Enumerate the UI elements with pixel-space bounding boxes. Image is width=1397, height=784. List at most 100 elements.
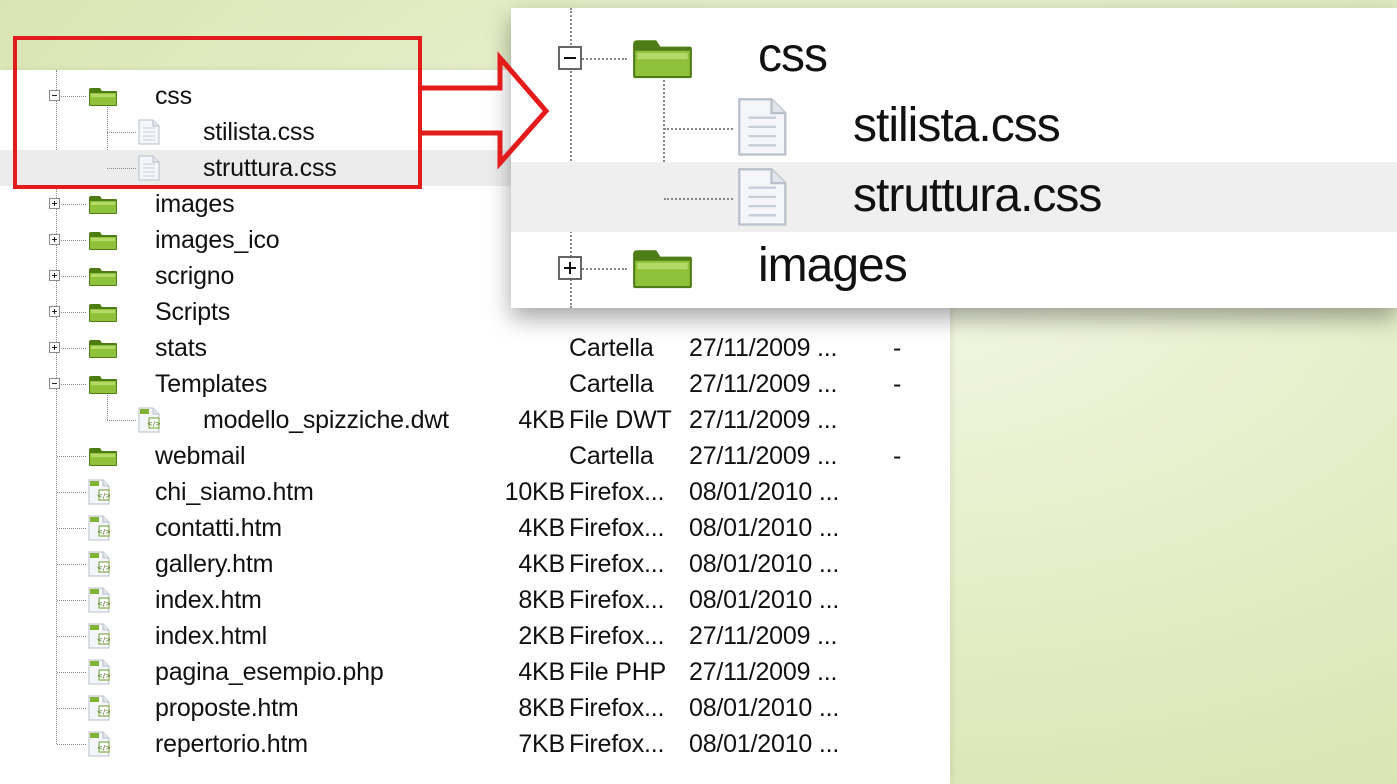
- tree-item-type: File DWT: [569, 406, 672, 434]
- tree-file-row[interactable]: </> index.html 2KB Firefox... 27/11/2009 ..…: [0, 618, 950, 654]
- tree-item-size: 8KB: [518, 694, 565, 722]
- tree-connector: [57, 276, 86, 277]
- zoom-folder-row[interactable]: images: [511, 232, 1397, 302]
- tree-item-type: Firefox...: [569, 514, 665, 542]
- tree-file-row[interactable]: </> proposte.htm 8KB Firefox... 08/01/2010 …: [0, 690, 950, 726]
- tree-item-size: 4KB: [518, 514, 565, 542]
- svg-text:</>: </>: [147, 420, 160, 428]
- tree-connector: [57, 456, 86, 457]
- zoom-item-name: css: [758, 29, 828, 82]
- tree-connector: [57, 384, 86, 385]
- tree-folder-row[interactable]: stats Cartella 27/11/2009 ... -: [0, 330, 950, 366]
- tree-file-row[interactable]: </> chi_siamo.htm 10KB Firefox... 08/01/201…: [0, 474, 950, 510]
- html-file-icon: </>: [88, 695, 111, 721]
- tree-item-name: contatti.htm: [155, 514, 282, 542]
- tree-connector: [57, 312, 86, 313]
- zoom-tree-connector: [664, 128, 733, 130]
- tree-item-size: 7KB: [518, 730, 565, 758]
- svg-text:</>: </>: [97, 744, 110, 752]
- tree-item-type: Cartella: [569, 370, 654, 398]
- folder-icon: [631, 244, 694, 295]
- tree-item-name: modello_spizziche.dwt: [203, 406, 449, 434]
- zoom-expand-toggle[interactable]: [558, 256, 582, 280]
- tree-item-name: webmail: [155, 442, 246, 470]
- html-file-icon: </>: [88, 731, 111, 757]
- tree-connector: [57, 348, 86, 349]
- callout-arrow: [419, 51, 550, 170]
- tree-item-name: repertorio.htm: [155, 730, 308, 758]
- zoom-tree-connector: [664, 198, 733, 200]
- expand-toggle[interactable]: [49, 342, 60, 353]
- tree-item-type: Firefox...: [569, 478, 665, 506]
- tree-item-name: index.htm: [155, 586, 262, 614]
- tree-item-extra: -: [893, 370, 902, 398]
- html-file-icon: </>: [88, 551, 111, 577]
- tree-item-name: gallery.htm: [155, 550, 274, 578]
- tree-item-name: scrigno: [155, 262, 235, 290]
- tree-item-date: 08/01/2010 ...: [689, 478, 840, 506]
- tree-item-size: 4KB: [518, 406, 565, 434]
- tree-item-type: Firefox...: [569, 730, 665, 758]
- tree-connector: [57, 744, 86, 745]
- tree-connector: [57, 240, 86, 241]
- tree-item-name: chi_siamo.htm: [155, 478, 314, 506]
- zoom-file-row[interactable]: struttura.css: [511, 162, 1397, 232]
- tree-item-name: proposte.htm: [155, 694, 299, 722]
- tree-item-date: 27/11/2009 ...: [689, 406, 838, 434]
- tree-item-type: Firefox...: [569, 550, 665, 578]
- tree-item-extra: -: [893, 442, 902, 470]
- expand-toggle[interactable]: [49, 234, 60, 245]
- tree-item-size: 10KB: [504, 478, 566, 506]
- tree-connector: [57, 636, 86, 637]
- html-file-icon: </>: [88, 515, 111, 541]
- tree-file-row[interactable]: </> index.htm 8KB Firefox... 08/01/2010 ...: [0, 582, 950, 618]
- svg-text:</>: </>: [97, 672, 110, 680]
- tree-item-name: pagina_esempio.php: [155, 658, 384, 686]
- tree-folder-row[interactable]: Templates Cartella 27/11/2009 ... -: [0, 366, 950, 402]
- svg-text:</>: </>: [97, 492, 110, 500]
- zoom-folder-row[interactable]: css: [511, 22, 1397, 92]
- folder-icon: [88, 445, 118, 467]
- tree-item-type: Cartella: [569, 442, 654, 470]
- expand-toggle[interactable]: [49, 270, 60, 281]
- tree-connector: [107, 420, 136, 421]
- collapse-toggle[interactable]: [49, 378, 60, 389]
- zoom-collapse-toggle[interactable]: [558, 46, 582, 70]
- tree-connector: [57, 672, 86, 673]
- html-file-icon: </>: [138, 407, 161, 433]
- zoom-file-row[interactable]: stilista.css: [511, 92, 1397, 162]
- html-file-icon: </>: [88, 587, 111, 613]
- folder-icon: [631, 34, 694, 85]
- svg-text:</>: </>: [97, 708, 110, 716]
- tree-item-date: 27/11/2009 ...: [689, 658, 838, 686]
- tree-connector: [57, 564, 86, 565]
- tree-item-size: 2KB: [518, 622, 565, 650]
- tree-item-date: 27/11/2009 ...: [689, 334, 838, 362]
- tree-connector: [57, 204, 86, 205]
- tree-connector: [57, 492, 86, 493]
- zoom-item-name: images: [758, 239, 908, 292]
- folder-icon: [88, 301, 118, 323]
- css-file-icon: [737, 167, 788, 232]
- tree-file-row[interactable]: </> contatti.htm 4KB Firefox... 08/01/2010 …: [0, 510, 950, 546]
- tree-item-name: images_ico: [155, 226, 280, 254]
- tree-item-date: 08/01/2010 ...: [689, 586, 840, 614]
- tree-item-date: 08/01/2010 ...: [689, 694, 840, 722]
- expand-toggle[interactable]: [49, 306, 60, 317]
- tree-file-row[interactable]: </> pagina_esempio.php 4KB File PHP 27/11/2…: [0, 654, 950, 690]
- tree-file-row[interactable]: </> gallery.htm 4KB Firefox... 08/01/2010 .…: [0, 546, 950, 582]
- tree-file-row[interactable]: </> modello_spizziche.dwt 4KB File DWT 27/1…: [0, 402, 950, 438]
- tree-folder-row[interactable]: webmail Cartella 27/11/2009 ... -: [0, 438, 950, 474]
- tree-item-name: index.html: [155, 622, 267, 650]
- tree-item-date: 08/01/2010 ...: [689, 514, 840, 542]
- tree-item-type: File PHP: [569, 658, 667, 686]
- zoom-item-name: stilista.css: [853, 99, 1061, 152]
- tree-item-date: 27/11/2009 ...: [689, 442, 838, 470]
- tree-file-row[interactable]: </> repertorio.htm 7KB Firefox... 08/01/201…: [0, 726, 950, 762]
- tree-connector: [57, 528, 86, 529]
- tree-connector: [57, 600, 86, 601]
- html-file-icon: </>: [88, 479, 111, 505]
- svg-text:</>: </>: [97, 636, 110, 644]
- css-file-icon: [737, 97, 788, 162]
- zoom-magnifier-panel: css stilista.css struttura.css images: [511, 8, 1397, 308]
